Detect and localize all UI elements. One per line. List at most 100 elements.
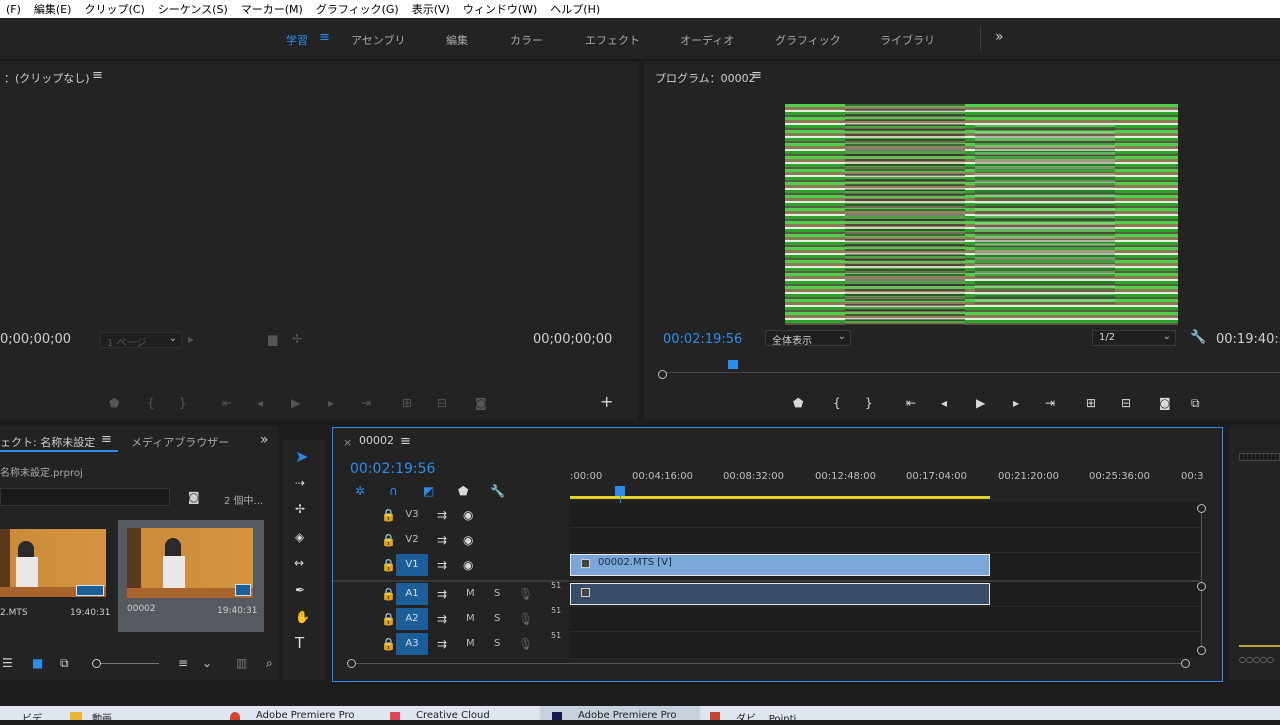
- freeform-view-icon[interactable]: ⧉: [60, 656, 69, 670]
- lock-icon[interactable]: 🔒: [381, 508, 396, 522]
- vscroll-handle-top[interactable]: [1197, 504, 1206, 513]
- razor-tool-icon[interactable]: ◈: [295, 530, 304, 544]
- solo-button[interactable]: S: [494, 613, 500, 624]
- lock-icon[interactable]: 🔒: [381, 637, 396, 651]
- vscroll-handle-bottom[interactable]: [1197, 646, 1206, 655]
- sync-lock-icon[interactable]: ⇉: [437, 637, 447, 651]
- project-overflow-icon[interactable]: »: [260, 432, 269, 448]
- play-icon[interactable]: ▶: [291, 396, 300, 410]
- program-zoom-dropdown[interactable]: 全体表示 ⌄: [765, 330, 851, 347]
- list-view-icon[interactable]: ☰: [2, 656, 13, 670]
- tab-media-browser[interactable]: メディアブラウザー: [131, 434, 229, 450]
- audio-clip[interactable]: [570, 583, 990, 605]
- export-icon[interactable]: ▆: [268, 332, 277, 346]
- workspace-audio[interactable]: オーディオ: [680, 32, 734, 48]
- microphone-icon[interactable]: 🎙: [518, 587, 533, 601]
- find-icon[interactable]: ◙: [188, 490, 200, 504]
- go-to-in-icon[interactable]: ⇤: [222, 396, 232, 410]
- source-page-dropdown[interactable]: 1 ページ ⌄: [100, 332, 182, 349]
- icon-view-icon[interactable]: ■: [32, 656, 43, 670]
- selection-tool-icon[interactable]: ➤: [295, 449, 308, 465]
- lock-icon[interactable]: 🔒: [381, 558, 396, 572]
- timeline-menu-icon[interactable]: ≡: [400, 434, 411, 449]
- marker-icon[interactable]: ⬟: [793, 396, 803, 410]
- taskbar-item[interactable]: ダビ... Pointi...: [736, 710, 806, 725]
- taskbar-item[interactable]: 動画: [92, 710, 112, 725]
- menu-file[interactable]: (F): [0, 3, 28, 16]
- program-timecode-current[interactable]: 00:02:19:56: [663, 332, 742, 347]
- eye-icon[interactable]: ◉: [463, 533, 473, 547]
- mark-out-icon[interactable]: }: [179, 396, 187, 410]
- snap-icon[interactable]: ∩: [389, 484, 398, 498]
- vertical-scrollbar[interactable]: [1201, 506, 1202, 654]
- linked-selection-icon[interactable]: ◩: [423, 484, 434, 498]
- taskbar-item[interactable]: Adobe Premiere Pro: [256, 710, 354, 721]
- playhead-handle[interactable]: [615, 486, 625, 496]
- overwrite-icon[interactable]: ⊟: [437, 396, 447, 410]
- track-v2[interactable]: V2: [396, 529, 428, 551]
- lock-icon[interactable]: 🔒: [381, 612, 396, 626]
- play-icon[interactable]: ▶: [976, 396, 985, 410]
- meter-buttons[interactable]: ○○○○○: [1239, 656, 1280, 664]
- hscroll-handle-right[interactable]: [1181, 659, 1190, 668]
- playhead-marker[interactable]: [728, 360, 738, 369]
- menu-sequence[interactable]: シーケンス(S): [152, 1, 235, 17]
- workspace-graphics[interactable]: グラフィック: [775, 32, 841, 48]
- menu-clip[interactable]: クリップ(C): [78, 1, 151, 17]
- taskbar-item[interactable]: ビデ: [22, 710, 42, 725]
- wrench-icon[interactable]: 🔧: [1190, 331, 1206, 345]
- eye-icon[interactable]: ◉: [463, 558, 473, 572]
- hscroll-handle-left[interactable]: [347, 659, 356, 668]
- slip-tool-icon[interactable]: ↔: [294, 556, 304, 570]
- solo-button[interactable]: S: [494, 588, 500, 599]
- search-icon[interactable]: ⌕: [266, 656, 273, 670]
- play-small-icon[interactable]: ▸: [188, 332, 194, 346]
- menu-marker[interactable]: マーカー(M): [235, 1, 310, 17]
- step-forward-icon[interactable]: ▸: [1013, 396, 1019, 410]
- taskbar-item[interactable]: Adobe Premiere Pro: [578, 710, 676, 721]
- project-item-selected[interactable]: 00002 19:40:31: [118, 520, 264, 632]
- program-resolution-dropdown[interactable]: 1/2 ⌄: [1092, 330, 1176, 346]
- pen-tool-icon[interactable]: ✒: [295, 583, 305, 597]
- mark-in-icon[interactable]: {: [147, 396, 155, 410]
- extract-icon[interactable]: ⊟: [1121, 396, 1131, 410]
- nest-icon[interactable]: ✲: [355, 484, 365, 498]
- step-back-icon[interactable]: ◂: [257, 396, 263, 410]
- work-area-bar[interactable]: [570, 496, 990, 499]
- project-item[interactable]: 2.MTS 19:40:31: [0, 522, 110, 632]
- timeline-close-icon[interactable]: ×: [343, 436, 352, 449]
- chevron-down-icon[interactable]: ⌄: [202, 656, 212, 670]
- track-select-tool-icon[interactable]: ⇢: [295, 476, 305, 490]
- workspace-learning[interactable]: 学習: [286, 32, 308, 48]
- camera-icon[interactable]: ◙: [475, 396, 487, 410]
- project-search-input[interactable]: [0, 488, 170, 506]
- track-v1[interactable]: V1: [396, 554, 428, 576]
- zoom-slider-handle[interactable]: [92, 659, 101, 668]
- zoom-handle-left[interactable]: [658, 370, 667, 379]
- hand-tool-icon[interactable]: ✋: [295, 610, 310, 624]
- ripple-edit-tool-icon[interactable]: ✢: [295, 502, 305, 516]
- track-area[interactable]: 00002.MTS [V]: [570, 503, 1200, 658]
- track-a1[interactable]: A1: [396, 583, 428, 605]
- menu-graphics[interactable]: グラフィック(G): [310, 1, 406, 17]
- go-to-in-icon[interactable]: ⇤: [906, 396, 916, 410]
- solo-button[interactable]: S: [494, 638, 500, 649]
- timeline-tab[interactable]: 00002: [359, 434, 394, 447]
- lock-icon[interactable]: 🔒: [381, 587, 396, 601]
- sync-lock-icon[interactable]: ⇉: [437, 612, 447, 626]
- tab-project[interactable]: ェクト: 名称未設定: [0, 434, 95, 450]
- mute-button[interactable]: M: [466, 588, 475, 599]
- project-menu-icon[interactable]: ≡: [101, 432, 112, 447]
- workspace-effects[interactable]: エフェクト: [585, 32, 640, 48]
- sync-lock-icon[interactable]: ⇉: [437, 587, 447, 601]
- program-menu-icon[interactable]: ≡: [751, 68, 762, 83]
- menu-help[interactable]: ヘルプ(H): [544, 1, 607, 17]
- mark-out-icon[interactable]: }: [865, 396, 873, 410]
- fit-icon[interactable]: ✢: [292, 332, 302, 346]
- program-video-frame[interactable]: [785, 104, 1178, 325]
- sync-lock-icon[interactable]: ⇉: [437, 508, 447, 522]
- workspace-menu-icon[interactable]: ≡: [319, 30, 330, 45]
- timeline-settings-icon[interactable]: 🔧: [490, 484, 505, 498]
- microphone-icon[interactable]: 🎙: [518, 612, 533, 626]
- lift-icon[interactable]: ⊞: [1086, 396, 1096, 410]
